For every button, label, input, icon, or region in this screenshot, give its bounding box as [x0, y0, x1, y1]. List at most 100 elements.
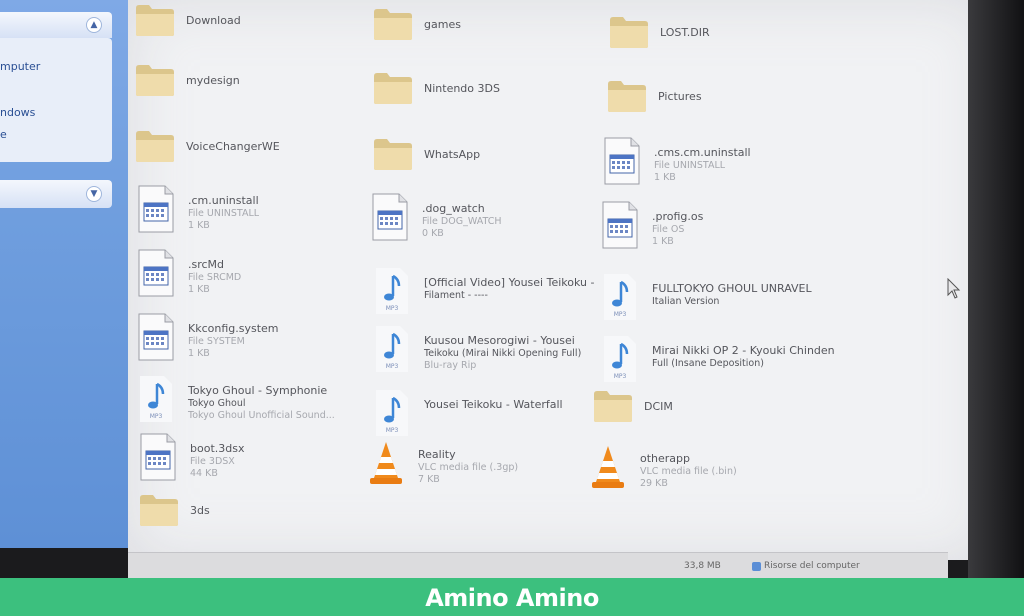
- svg-text:MP3: MP3: [386, 363, 399, 370]
- task-pane-link-other[interactable]: e: [0, 128, 7, 141]
- status-zone: Risorse del computer: [764, 561, 860, 571]
- item-size: 1 KB: [188, 284, 210, 295]
- collapse-up-icon[interactable]: ▲: [86, 17, 102, 33]
- item-kind: File OS: [652, 224, 685, 235]
- item-name: games: [424, 18, 461, 31]
- folder-item[interactable]: WhatsApp: [372, 136, 602, 196]
- item-name: .profig.os: [652, 210, 704, 223]
- file-item[interactable]: otherapp VLC media file (.bin) 29 KB: [588, 442, 818, 502]
- folder-icon: [134, 62, 176, 103]
- item-name2: Filament - ----: [424, 290, 488, 301]
- item-name: LOST.DIR: [660, 26, 710, 39]
- file-item[interactable]: .srcMd File SRCMD 1 KB: [136, 248, 366, 308]
- item-extra: Blu-ray Rip: [424, 360, 477, 371]
- file-item[interactable]: .cms.cm.uninstall File UNINSTALL 1 KB: [602, 136, 832, 196]
- screen: ▲ mputer ndows e ▼ Download games LOST.D…: [0, 0, 1024, 616]
- task-pane-section-header[interactable]: ▲: [0, 12, 112, 38]
- file-item[interactable]: boot.3dsx File 3DSX 44 KB: [138, 432, 368, 492]
- item-kind: File 3DSX: [190, 456, 235, 467]
- item-name: Pictures: [658, 90, 702, 103]
- item-name: mydesign: [186, 74, 240, 87]
- folder-icon: [608, 14, 650, 55]
- task-pane: ▲ mputer ndows e ▼: [0, 0, 132, 548]
- folder-icon: [372, 136, 414, 177]
- item-name: Download: [186, 14, 241, 27]
- folder-item[interactable]: DCIM: [592, 388, 822, 448]
- task-pane-section: mputer ndows e: [0, 38, 112, 162]
- file-item[interactable]: MP3 FULLTOKYO GHOUL UNRAVEL Italian Versi…: [600, 272, 830, 332]
- file-item[interactable]: MP3 Mirai Nikki OP 2 - Kyouki Chinden Ful…: [600, 334, 835, 394]
- document-icon: [136, 184, 176, 239]
- item-name2: Italian Version: [652, 296, 720, 307]
- audio-file-icon: MP3: [600, 272, 640, 327]
- item-kind: VLC media file (.bin): [640, 466, 737, 477]
- folder-item[interactable]: mydesign: [134, 62, 364, 122]
- svg-text:MP3: MP3: [150, 413, 163, 420]
- folder-item[interactable]: LOST.DIR: [608, 14, 838, 74]
- item-size: 44 KB: [190, 468, 218, 479]
- file-item[interactable]: .cm.uninstall File UNINSTALL 1 KB: [136, 184, 366, 244]
- folder-icon: [372, 6, 414, 47]
- item-name2: Full (Insane Deposition): [652, 358, 764, 369]
- document-icon: [600, 200, 640, 255]
- task-pane-link-computer[interactable]: mputer: [0, 60, 40, 73]
- item-size: 7 KB: [418, 474, 440, 485]
- document-icon: [136, 312, 176, 367]
- item-name: Nintendo 3DS: [424, 82, 500, 95]
- item-size: 1 KB: [652, 236, 674, 247]
- task-pane-section-header-details[interactable]: ▼: [0, 180, 112, 208]
- audio-file-icon: MP3: [372, 388, 412, 443]
- document-icon: [602, 136, 642, 191]
- banner-text: Amino Amino: [425, 584, 599, 612]
- item-kind: File SYSTEM: [188, 336, 245, 347]
- folder-item[interactable]: Nintendo 3DS: [372, 70, 602, 130]
- item-name: [Official Video] Yousei Teikoku -: [424, 276, 595, 289]
- task-pane-link-windows[interactable]: ndows: [0, 106, 35, 119]
- folder-item[interactable]: Download: [134, 2, 364, 62]
- file-item[interactable]: Reality VLC media file (.3gp) 7 KB: [366, 438, 596, 498]
- item-extra: Tokyo Ghoul Unofficial Sound...: [188, 410, 335, 421]
- audio-file-icon: MP3: [372, 324, 412, 379]
- item-name: otherapp: [640, 452, 691, 465]
- item-name: Yousei Teikoku - Waterfall: [424, 398, 563, 411]
- svg-text:MP3: MP3: [614, 373, 627, 380]
- document-icon: [138, 432, 178, 487]
- vlc-icon: [366, 438, 406, 493]
- item-name: DCIM: [644, 400, 673, 413]
- folder-item[interactable]: VoiceChangerWE: [134, 128, 364, 188]
- file-item[interactable]: MP3 Tokyo Ghoul - Symphonie Tokyo Ghoul To…: [136, 374, 366, 434]
- item-size: 1 KB: [654, 172, 676, 183]
- item-name: Kuusou Mesorogiwi - Yousei: [424, 334, 575, 347]
- item-size: 29 KB: [640, 478, 668, 489]
- item-kind: VLC media file (.3gp): [418, 462, 519, 473]
- item-name: .srcMd: [188, 258, 225, 271]
- item-name: WhatsApp: [424, 148, 481, 161]
- file-item[interactable]: MP3 [Official Video] Yousei Teikoku - Fil…: [372, 266, 602, 326]
- file-item[interactable]: Kkconfig.system File SYSTEM 1 KB: [136, 312, 366, 372]
- computer-icon: [752, 562, 761, 571]
- item-kind: File UNINSTALL: [188, 208, 260, 219]
- status-bar: 33,8 MB Risorse del computer: [128, 552, 948, 578]
- folder-icon: [134, 2, 176, 43]
- folder-icon: [134, 128, 176, 169]
- file-item[interactable]: MP3 Kuusou Mesorogiwi - Yousei Teikoku (M…: [372, 324, 602, 384]
- item-name: .dog_watch: [422, 202, 485, 215]
- item-name: Kkconfig.system: [188, 322, 279, 335]
- item-name2: Teikoku (Mirai Nikki Opening Full): [424, 348, 582, 359]
- item-name: boot.3dsx: [190, 442, 245, 455]
- item-kind: File SRCMD: [188, 272, 242, 283]
- folder-item[interactable]: Pictures: [606, 78, 836, 138]
- item-name: FULLTOKYO GHOUL UNRAVEL: [652, 282, 812, 295]
- expand-down-icon[interactable]: ▼: [86, 186, 102, 202]
- folder-item[interactable]: 3ds: [138, 492, 368, 552]
- file-item[interactable]: .dog_watch File DOG_WATCH 0 KB: [370, 192, 600, 252]
- item-name: VoiceChangerWE: [186, 140, 280, 153]
- amino-banner: Amino Amino: [0, 578, 1024, 616]
- folder-item[interactable]: games: [372, 6, 602, 66]
- item-size: 0 KB: [422, 228, 444, 239]
- audio-file-icon: MP3: [372, 266, 412, 321]
- file-item[interactable]: .profig.os File OS 1 KB: [600, 200, 830, 260]
- vlc-icon: [588, 442, 628, 497]
- item-kind: File UNINSTALL: [654, 160, 726, 171]
- folder-icon: [372, 70, 414, 111]
